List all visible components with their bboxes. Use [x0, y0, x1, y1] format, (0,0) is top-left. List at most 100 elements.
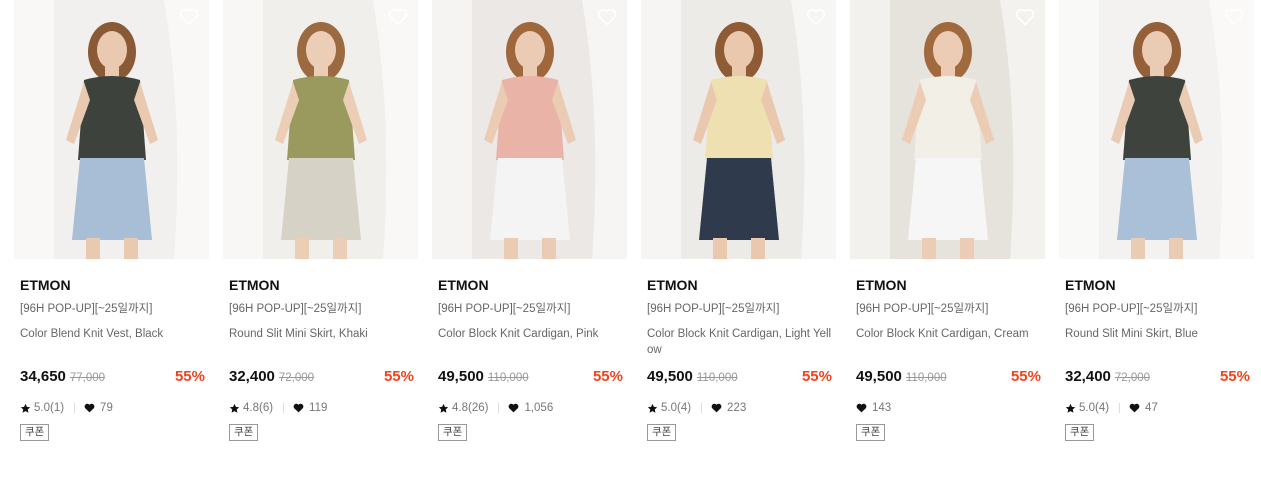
- review-meta: 5.0(4) 223: [641, 401, 836, 415]
- product-promo: [96H POP-UP][~25일까지]: [20, 303, 153, 315]
- coupon-badge: 쿠폰: [229, 424, 259, 441]
- product-name[interactable]: Color Blend Knit Vest, Black: [14, 326, 209, 360]
- discount-rate: 55%: [801, 368, 832, 385]
- product-brand[interactable]: ETMON: [432, 277, 627, 293]
- product-card[interactable]: ETMON [96H POP-UP][~25일까지] Color Block K…: [432, 0, 627, 441]
- likes-count: 79: [100, 402, 113, 414]
- likes-count: 143: [872, 402, 892, 414]
- product-promo: [96H POP-UP][~25일까지]: [856, 303, 989, 315]
- review-meta: 5.0(1) 79: [14, 401, 209, 415]
- product-grid: ETMON [96H POP-UP][~25일까지] Color Blend K…: [14, 0, 1254, 441]
- review-meta: 5.0(4) 47: [1059, 401, 1254, 415]
- original-price: 110,000: [487, 372, 529, 384]
- rating-value: 4.8(6): [243, 402, 274, 414]
- divider: [1119, 403, 1121, 413]
- divider: [74, 403, 76, 413]
- heart-icon: [711, 403, 722, 413]
- review-meta: 143: [850, 401, 1045, 415]
- heart-outline-icon[interactable]: [597, 8, 617, 26]
- product-image[interactable]: [850, 0, 1045, 259]
- original-price: 77,000: [69, 372, 106, 384]
- rating: 5.0(1): [20, 402, 64, 414]
- coupon-badge: 쿠폰: [647, 424, 677, 441]
- product-name[interactable]: Color Block Knit Cardigan, Pink: [432, 326, 627, 360]
- coupon-badge: 쿠폰: [1065, 424, 1095, 441]
- product-promo: [96H POP-UP][~25일까지]: [1065, 303, 1198, 315]
- discount-rate: 55%: [383, 368, 414, 385]
- likes: 79: [84, 402, 113, 414]
- product-card[interactable]: ETMON [96H POP-UP][~25일까지] Color Block K…: [641, 0, 836, 441]
- price-row: 34,650 77,000 55%: [14, 368, 209, 386]
- product-card[interactable]: ETMON [96H POP-UP][~25일까지] Color Block K…: [850, 0, 1045, 441]
- product-card[interactable]: ETMON [96H POP-UP][~25일까지] Round Slit Mi…: [223, 0, 418, 441]
- star-icon: [438, 403, 449, 413]
- product-name[interactable]: Round Slit Mini Skirt, Khaki: [223, 326, 418, 360]
- product-image[interactable]: [1059, 0, 1254, 259]
- product-image[interactable]: [14, 0, 209, 259]
- product-name[interactable]: Color Block Knit Cardigan, Light Yellow: [641, 326, 836, 360]
- divider: [701, 403, 703, 413]
- sale-price: 49,500: [647, 368, 693, 385]
- product-brand[interactable]: ETMON: [641, 277, 836, 293]
- rating-value: 5.0(1): [34, 402, 65, 414]
- discount-rate: 55%: [1219, 368, 1250, 385]
- heart-outline-icon[interactable]: [1224, 8, 1244, 26]
- rating: 5.0(4): [647, 402, 691, 414]
- heart-icon: [1129, 403, 1140, 413]
- product-promo: [96H POP-UP][~25일까지]: [229, 303, 362, 315]
- likes: 47: [1129, 402, 1158, 414]
- product-brand[interactable]: ETMON: [850, 277, 1045, 293]
- product-name[interactable]: Round Slit Mini Skirt, Blue: [1059, 326, 1254, 360]
- original-price: 72,000: [1114, 372, 1151, 384]
- discount-rate: 55%: [592, 368, 623, 385]
- product-brand[interactable]: ETMON: [14, 277, 209, 293]
- product-card[interactable]: ETMON [96H POP-UP][~25일까지] Color Blend K…: [14, 0, 209, 441]
- product-image[interactable]: [223, 0, 418, 259]
- likes-count: 223: [727, 402, 747, 414]
- likes-count: 47: [1145, 402, 1158, 414]
- price-row: 49,500 110,000 55%: [641, 368, 836, 386]
- product-name[interactable]: Color Block Knit Cardigan, Cream: [850, 326, 1045, 360]
- heart-icon: [856, 403, 867, 413]
- discount-rate: 55%: [1010, 368, 1041, 385]
- coupon-badge: 쿠폰: [20, 424, 50, 441]
- rating-value: 5.0(4): [661, 402, 692, 414]
- sale-price: 34,650: [20, 368, 66, 385]
- heart-outline-icon[interactable]: [388, 8, 408, 26]
- rating-value: 5.0(4): [1079, 402, 1110, 414]
- likes-count: 1,056: [524, 402, 554, 414]
- original-price: 110,000: [905, 372, 947, 384]
- coupon-badge: 쿠폰: [856, 424, 886, 441]
- likes: 143: [856, 402, 891, 414]
- divider: [498, 403, 500, 413]
- product-brand[interactable]: ETMON: [223, 277, 418, 293]
- rating: 4.8(6): [229, 402, 273, 414]
- discount-rate: 55%: [174, 368, 205, 385]
- rating: 5.0(4): [1065, 402, 1109, 414]
- product-brand[interactable]: ETMON: [1059, 277, 1254, 293]
- sale-price: 49,500: [856, 368, 902, 385]
- likes: 223: [711, 402, 746, 414]
- product-card[interactable]: ETMON [96H POP-UP][~25일까지] Round Slit Mi…: [1059, 0, 1254, 441]
- review-meta: 4.8(26) 1,056: [432, 401, 627, 415]
- likes-count: 119: [309, 402, 328, 414]
- sale-price: 32,400: [229, 368, 275, 385]
- product-image[interactable]: [432, 0, 627, 259]
- heart-icon: [84, 403, 95, 413]
- heart-outline-icon[interactable]: [179, 8, 199, 26]
- product-image[interactable]: [641, 0, 836, 259]
- likes: 119: [293, 402, 327, 414]
- star-icon: [1065, 403, 1076, 413]
- sale-price: 32,400: [1065, 368, 1111, 385]
- rating: 4.8(26): [438, 402, 488, 414]
- review-meta: 4.8(6) 119: [223, 401, 418, 415]
- heart-outline-icon[interactable]: [806, 8, 826, 26]
- star-icon: [229, 403, 240, 413]
- heart-icon: [509, 403, 519, 413]
- star-icon: [647, 403, 658, 413]
- heart-outline-icon[interactable]: [1015, 8, 1035, 26]
- price-row: 49,500 110,000 55%: [850, 368, 1045, 386]
- heart-icon: [293, 403, 304, 413]
- price-row: 32,400 72,000 55%: [1059, 368, 1254, 386]
- coupon-badge: 쿠폰: [438, 424, 468, 441]
